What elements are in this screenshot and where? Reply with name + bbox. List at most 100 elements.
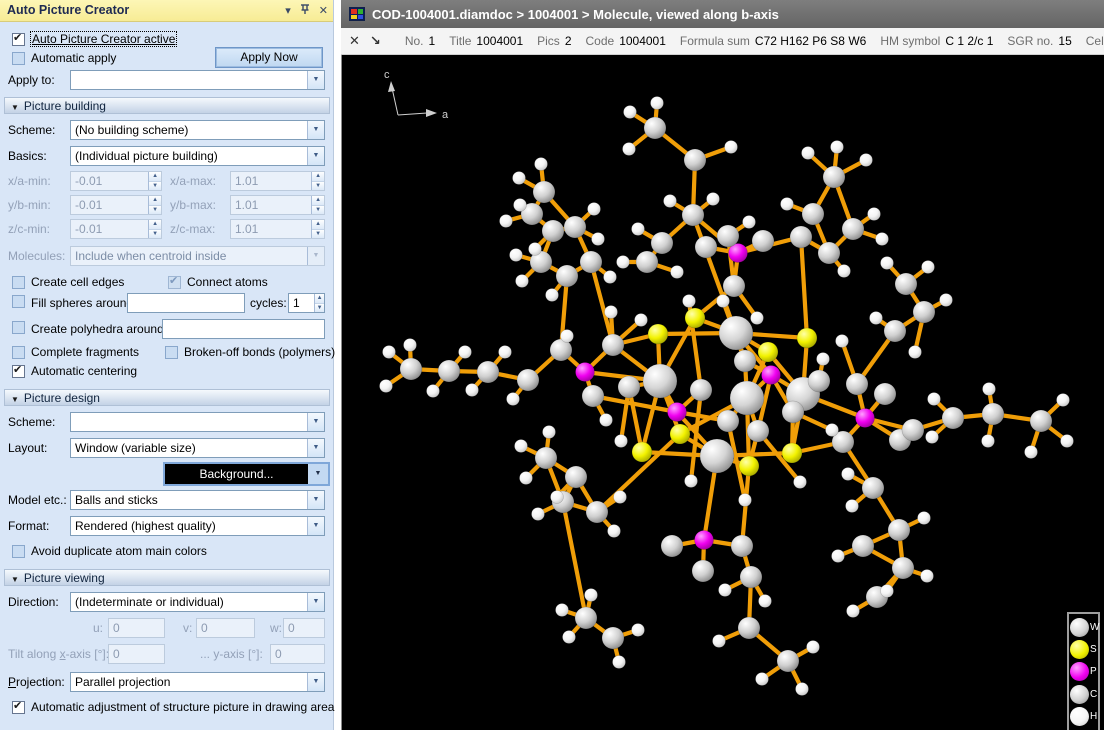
toolbar-field-2: Pics2 — [537, 34, 571, 48]
section-picture-viewing[interactable]: ▼Picture viewing — [4, 569, 330, 586]
collapse-icon: ▼ — [11, 575, 19, 584]
arrow-icon[interactable]: ↘ — [370, 33, 381, 49]
polyhedra-checkbox[interactable] — [12, 321, 25, 334]
direction-combo[interactable]: (Indeterminate or individual)▼ — [70, 592, 325, 612]
close-structure-icon[interactable]: ✕ — [349, 33, 360, 49]
zc-max-label: z/c-max: — [170, 222, 215, 236]
legend-sphere-W — [1070, 618, 1089, 637]
design-scheme-combo[interactable]: ▼ — [70, 412, 325, 432]
centering-checkbox[interactable]: ✔ — [12, 365, 25, 378]
design-scheme-label: Scheme: — [8, 415, 55, 429]
v-label: v: — [183, 621, 192, 635]
projection-combo[interactable]: Parallel projection▼ — [70, 672, 325, 692]
background-dropdown[interactable]: ▼ — [308, 464, 328, 484]
active-checkbox[interactable]: ✔ — [12, 33, 25, 46]
molecules-combo[interactable]: Include when centroid inside▼ — [70, 246, 325, 266]
collapse-icon: ▼ — [11, 395, 19, 404]
fill-spheres-label: Fill spheres around: — [31, 296, 136, 310]
legend-item-S: S — [1070, 639, 1097, 661]
u-label: u: — [93, 621, 103, 635]
avoid-duplicate-label: Avoid duplicate atom main colors — [31, 544, 207, 558]
avoid-duplicate-checkbox[interactable] — [12, 545, 25, 558]
background-button[interactable]: Background... — [165, 464, 308, 484]
yb-max-spin[interactable]: ▲▼ — [230, 195, 325, 215]
auto-adjust-label: Automatic adjustment of structure pictur… — [31, 700, 334, 714]
tilt-y-input[interactable] — [270, 644, 325, 664]
panel-menu-icon[interactable]: ▾ — [285, 6, 291, 17]
viewer-titlebar: COD-1004001.diamdoc > 1004001 > Molecule… — [341, 0, 1104, 28]
toolbar-field-6: SGR no.15 — [1007, 34, 1071, 48]
legend-sphere-P — [1070, 662, 1089, 681]
tilt-x-label: Tilt along x-axis [°]: — [8, 647, 109, 661]
toolbar-field-7: Cell parameters2 — [1086, 34, 1104, 48]
cell-edges-checkbox[interactable] — [12, 276, 25, 289]
molecules-label: Molecules: — [8, 249, 65, 263]
apply-to-combo[interactable]: ▼ — [70, 70, 325, 90]
close-icon[interactable]: ✕ — [319, 6, 328, 17]
yb-max-label: y/b-max: — [170, 198, 216, 212]
pin-icon[interactable] — [300, 4, 310, 18]
format-label: Format: — [8, 519, 49, 533]
format-combo[interactable]: Rendered (highest quality)▼ — [70, 516, 325, 536]
polyhedra-label: Create polyhedra around: — [31, 322, 167, 336]
connect-atoms-checkbox[interactable]: ✔ — [168, 276, 181, 289]
model-combo[interactable]: Balls and sticks▼ — [70, 490, 325, 510]
basics-combo[interactable]: (Individual picture building)▼ — [70, 146, 325, 166]
layout-label: Layout: — [8, 441, 47, 455]
panel-title-text: Auto Picture Creator — [7, 3, 129, 17]
w-input[interactable] — [283, 618, 325, 638]
fragments-checkbox[interactable] — [12, 346, 25, 359]
svg-text:c: c — [384, 69, 390, 81]
molecule-drawing: ca — [342, 55, 1104, 730]
background-button-group: Background... ▼ — [163, 462, 330, 486]
auto-adjust-checkbox[interactable]: ✔ — [12, 701, 25, 714]
xa-max-spin[interactable]: ▲▼ — [230, 171, 325, 191]
auto-picture-creator-panel: Auto Picture Creator ▾ ✕ ✔ Auto Picture … — [0, 0, 334, 730]
xa-min-label: x/a-min: — [8, 174, 51, 188]
broken-bonds-checkbox[interactable] — [165, 346, 178, 359]
cycles-label: cycles: — [250, 296, 287, 310]
yb-min-label: y/b-min: — [8, 198, 51, 212]
layout-combo[interactable]: Window (variable size)▼ — [70, 438, 325, 458]
zc-max-spin[interactable]: ▲▼ — [230, 219, 325, 239]
toolbar-field-4: Formula sumC72 H162 P6 S8 W6 — [680, 34, 866, 48]
broken-bonds-label: Broken-off bonds (polymers) — [184, 345, 335, 359]
legend-sphere-S — [1070, 640, 1089, 659]
v-input[interactable] — [196, 618, 255, 638]
toolbar-field-3: Code1004001 — [586, 34, 666, 48]
fill-spheres-checkbox[interactable] — [12, 295, 25, 308]
tilt-x-input[interactable] — [108, 644, 165, 664]
section-picture-building[interactable]: ▼Picture building — [4, 97, 330, 114]
apply-to-label: Apply to: — [8, 73, 55, 87]
model-label: Model etc.: — [8, 493, 67, 507]
cycles-spin[interactable]: ▲▼ — [288, 293, 325, 313]
building-scheme-combo[interactable]: (No building scheme)▼ — [70, 120, 325, 140]
section-picture-design[interactable]: ▼Picture design — [4, 389, 330, 406]
viewer-toolbar: ✕ ↘ No.1 Title1004001 Pics2 Code1004001 Form… — [341, 28, 1104, 55]
active-checkbox-label[interactable]: Auto Picture Creator active — [31, 32, 176, 46]
structure-viewer: COD-1004001.diamdoc > 1004001 > Molecule… — [341, 0, 1104, 730]
legend-item-P: P — [1070, 661, 1097, 683]
legend-item-W: W — [1070, 616, 1097, 638]
polyhedra-input[interactable] — [162, 319, 325, 339]
collapse-icon: ▼ — [11, 103, 19, 112]
svg-text:a: a — [442, 109, 449, 121]
axes-indicator: ca — [384, 69, 449, 121]
document-icon — [349, 7, 365, 21]
xa-min-spin[interactable]: ▲▼ — [70, 171, 162, 191]
yb-min-spin[interactable]: ▲▼ — [70, 195, 162, 215]
element-legend: WSPCH — [1067, 612, 1100, 730]
centering-label: Automatic centering — [31, 364, 137, 378]
structure-canvas[interactable]: ca WSPCH — [341, 55, 1104, 730]
legend-item-H: H — [1070, 706, 1097, 728]
fill-spheres-input[interactable] — [127, 293, 245, 313]
tilt-y-label: ... y-axis [°]: — [200, 647, 263, 661]
toolbar-field-0: No.1 — [405, 34, 435, 48]
zc-min-label: z/c-min: — [8, 222, 50, 236]
zc-min-spin[interactable]: ▲▼ — [70, 219, 162, 239]
toolbar-field-1: Title1004001 — [449, 34, 523, 48]
legend-sphere-C — [1070, 685, 1089, 704]
apply-now-button[interactable]: Apply Now — [215, 47, 323, 68]
u-input[interactable] — [108, 618, 165, 638]
building-scheme-label: Scheme: — [8, 123, 55, 137]
